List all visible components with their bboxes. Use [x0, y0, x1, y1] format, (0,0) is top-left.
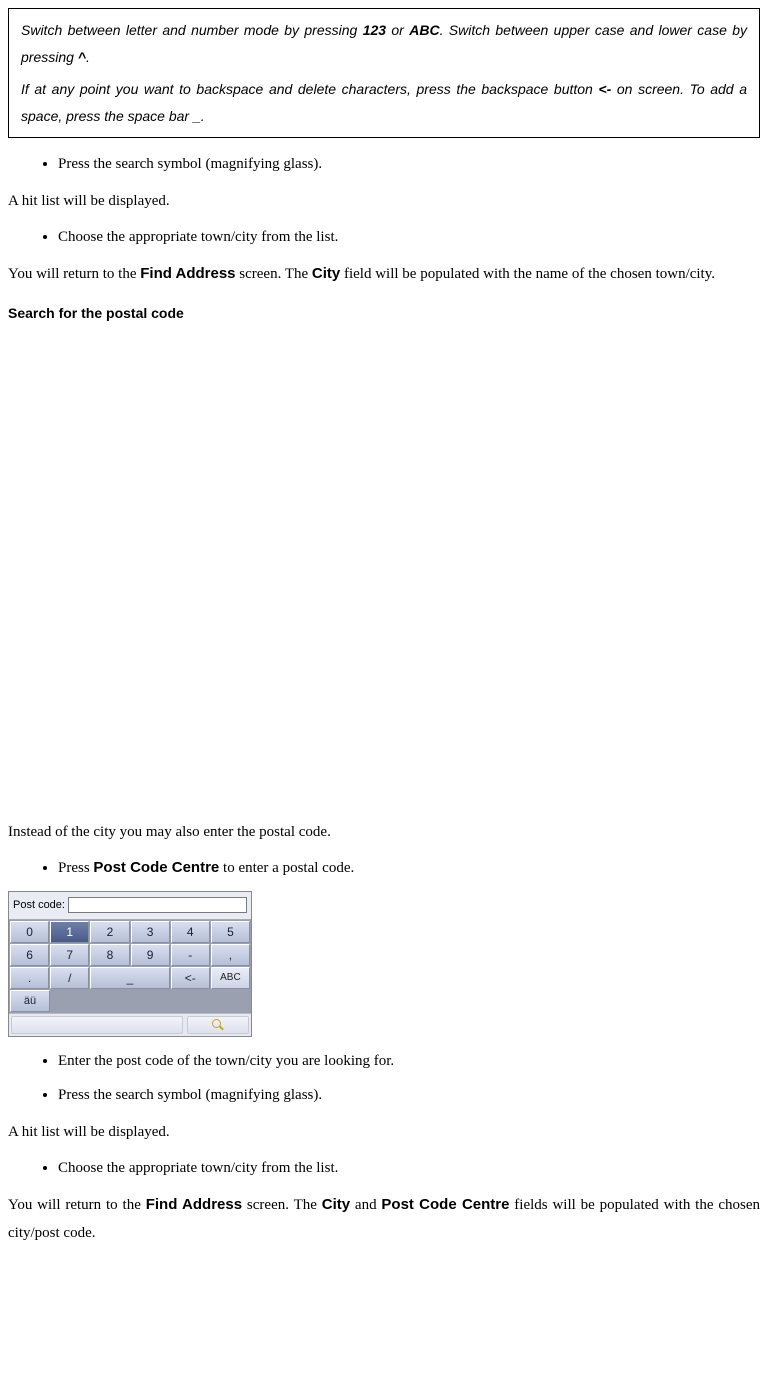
text: and — [350, 1197, 381, 1213]
text: field will be populated with the name of… — [340, 266, 715, 282]
keypad-spacer — [11, 1016, 183, 1034]
key-123: 123 — [363, 22, 386, 38]
key-backspace[interactable]: <- — [171, 967, 210, 989]
key-slash[interactable]: / — [50, 967, 89, 989]
key-8[interactable]: 8 — [90, 944, 129, 966]
text: . — [86, 49, 90, 65]
key-caret: ^ — [78, 49, 86, 65]
paragraph: Instead of the city you may also enter t… — [8, 818, 760, 847]
text: You will return to the — [8, 1197, 146, 1213]
postcode-input[interactable] — [68, 897, 247, 913]
text: You will return to the — [8, 266, 140, 282]
keypad-header: Post code: — [9, 892, 251, 920]
bullet-list: Choose the appropriate town/city from th… — [8, 1154, 760, 1183]
key-7[interactable]: 7 — [50, 944, 89, 966]
text: to enter a postal code. — [219, 860, 354, 876]
bullet-list: Press Post Code Centre to enter a postal… — [8, 854, 760, 883]
keypad-bottom-bar — [9, 1013, 251, 1036]
list-item: Press Post Code Centre to enter a postal… — [58, 854, 760, 883]
key-abc: ABC — [409, 22, 439, 38]
key-2[interactable]: 2 — [90, 921, 129, 943]
list-item: Choose the appropriate town/city from th… — [58, 223, 760, 252]
key-3[interactable]: 3 — [131, 921, 170, 943]
key-space: _ — [193, 108, 201, 124]
text: Switch between letter and number mode by… — [21, 22, 363, 38]
info-box-para-2: If at any point you want to backspace an… — [21, 76, 747, 129]
keypad-row-extra: äü — [9, 990, 251, 1013]
key-backspace: <- — [598, 81, 611, 97]
key-6[interactable]: 6 — [10, 944, 49, 966]
search-icon — [212, 1019, 224, 1031]
text: If at any point you want to backspace an… — [21, 81, 598, 97]
keypad-row-1: 0 1 2 3 4 5 6 7 8 9 - , . / _ <- ABC — [9, 920, 251, 990]
screen-name: Find Address — [140, 265, 235, 282]
list-item: Press the search symbol (magnifying glas… — [58, 150, 760, 179]
key-umlaut[interactable]: äü — [10, 990, 50, 1012]
text: . — [201, 108, 205, 124]
screen-name: Find Address — [146, 1196, 242, 1213]
key-9[interactable]: 9 — [131, 944, 170, 966]
text: screen. The — [236, 266, 312, 282]
postcode-keypad: Post code: 0 1 2 3 4 5 6 7 8 9 - , . / _… — [8, 891, 252, 1037]
field-name: City — [312, 265, 340, 282]
search-button[interactable] — [187, 1016, 249, 1034]
bullet-list: Enter the post code of the town/city you… — [8, 1047, 760, 1110]
image-placeholder — [8, 335, 760, 810]
list-item: Enter the post code of the town/city you… — [58, 1047, 760, 1076]
list-item: Press the search symbol (magnifying glas… — [58, 1081, 760, 1110]
text: Press — [58, 860, 93, 876]
button-name: Post Code Centre — [93, 859, 219, 876]
field-name: Post Code Centre — [381, 1196, 509, 1213]
key-abc-mode[interactable]: ABC — [211, 967, 250, 989]
paragraph: A hit list will be displayed. — [8, 1118, 760, 1147]
text: or — [386, 22, 409, 38]
key-0[interactable]: 0 — [10, 921, 49, 943]
paragraph: You will return to the Find Address scre… — [8, 1191, 760, 1248]
info-box-para-1: Switch between letter and number mode by… — [21, 17, 747, 70]
list-item: Choose the appropriate town/city from th… — [58, 1154, 760, 1183]
key-space[interactable]: _ — [90, 967, 169, 989]
postcode-label: Post code: — [13, 895, 65, 916]
key-1[interactable]: 1 — [50, 921, 89, 943]
bullet-list: Press the search symbol (magnifying glas… — [8, 150, 760, 179]
text: screen. The — [242, 1197, 322, 1213]
section-heading: Search for the postal code — [8, 300, 760, 327]
key-dash[interactable]: - — [171, 944, 210, 966]
paragraph: A hit list will be displayed. — [8, 187, 760, 216]
key-5[interactable]: 5 — [211, 921, 250, 943]
info-box: Switch between letter and number mode by… — [8, 8, 760, 138]
key-4[interactable]: 4 — [171, 921, 210, 943]
key-period[interactable]: . — [10, 967, 49, 989]
key-comma[interactable]: , — [211, 944, 250, 966]
bullet-list: Choose the appropriate town/city from th… — [8, 223, 760, 252]
paragraph: You will return to the Find Address scre… — [8, 260, 760, 289]
field-name: City — [322, 1196, 350, 1213]
